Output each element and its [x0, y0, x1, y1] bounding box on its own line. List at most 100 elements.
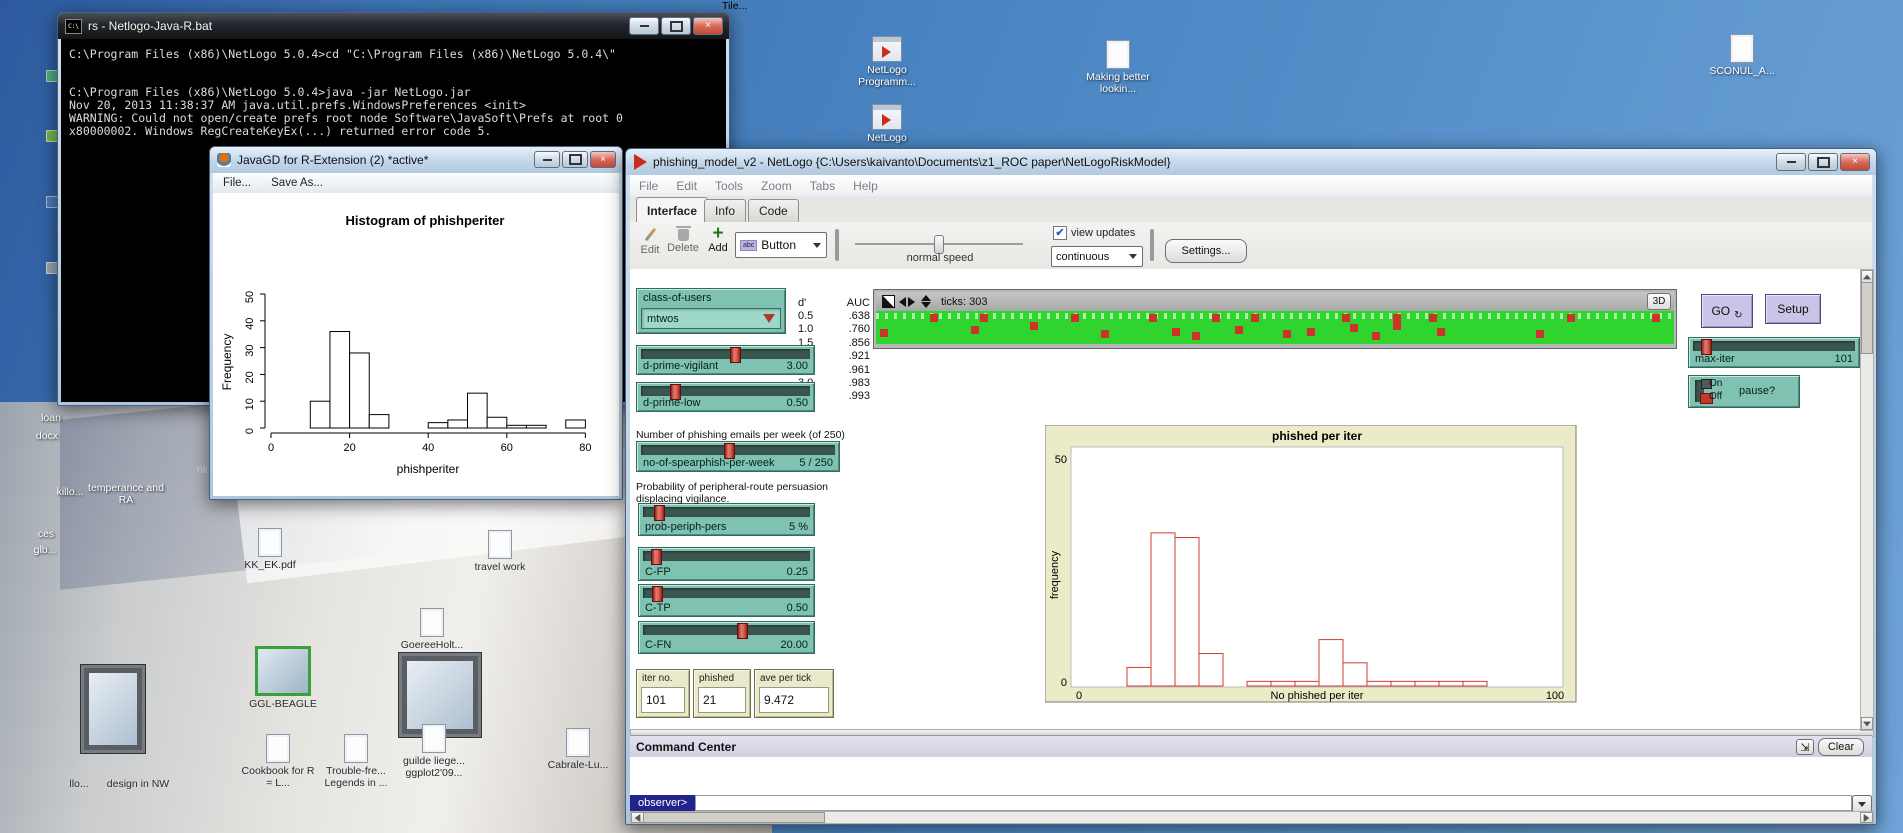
toolbar-separator [1150, 229, 1154, 261]
delete-widget-button[interactable]: Delete [664, 226, 702, 254]
javagd-window-title: JavaGD for R-Extension (2) *active* [237, 153, 428, 167]
menu-zoom[interactable]: Zoom [752, 179, 801, 193]
slider-d-prime-low[interactable]: d-prime-low0.50 [636, 382, 815, 412]
slider-track[interactable] [643, 588, 810, 598]
chooser-value-box[interactable]: mtwos [641, 308, 781, 329]
world-vpan-icon[interactable] [921, 295, 931, 308]
slider-handle[interactable] [652, 586, 663, 602]
cmd-titlebar[interactable]: C:\ rs - Netlogo-Java-R.bat × [58, 13, 729, 39]
javagd-maximize-button[interactable] [562, 151, 588, 168]
pause-switch[interactable]: On Off pause? [1688, 375, 1800, 408]
desktop-icon[interactable]: KK_EK.pdf [232, 528, 308, 571]
tab-interface[interactable]: Interface [636, 197, 708, 223]
switch-track[interactable] [1695, 380, 1704, 402]
slider-track[interactable] [641, 386, 810, 396]
cmd-close-button[interactable]: × [693, 17, 723, 35]
world-view[interactable]: ticks: 303 3D [873, 289, 1677, 349]
interface-note: Number of phishing emails per week (of 2… [636, 429, 845, 441]
vertical-scrollbar[interactable] [1860, 269, 1874, 731]
export-icon[interactable]: ⇲ [1796, 739, 1814, 755]
world-hpan-icon[interactable] [899, 297, 921, 307]
desktop-icon[interactable]: NetLogo [845, 104, 929, 144]
add-label: Add [704, 242, 732, 254]
update-mode-dropdown[interactable]: continuous [1051, 246, 1143, 267]
slider-track[interactable] [641, 349, 810, 359]
world-resize-icon[interactable] [882, 295, 895, 308]
menu-edit[interactable]: Edit [667, 179, 706, 193]
threed-button[interactable]: 3D [1647, 293, 1671, 310]
desktop-icon[interactable] [78, 664, 148, 756]
slider-label: d-prime-low [643, 397, 700, 409]
checkbox-checked-icon[interactable]: ✔ [1053, 226, 1067, 240]
netlogo-maximize-button[interactable] [1808, 153, 1838, 171]
agent-square [930, 314, 938, 322]
world-view-agents[interactable] [876, 311, 1674, 344]
cmd-minimize-button[interactable] [629, 17, 659, 35]
horizontal-scrollbar[interactable] [630, 811, 1874, 824]
agent-square [980, 314, 988, 322]
command-center-output[interactable] [630, 757, 1872, 796]
desktop-icon[interactable]: Trouble-fre... Legends in ... [316, 734, 396, 789]
setup-button[interactable]: Setup [1765, 294, 1821, 324]
slider-max-iter[interactable]: max-iter101 [1688, 337, 1860, 368]
view-updates-toggle[interactable]: ✔ view updates [1053, 226, 1135, 240]
slider-d-prime-vigilant[interactable]: d-prime-vigilant3.00 [636, 345, 815, 375]
clear-button[interactable]: Clear [1818, 738, 1864, 756]
netlogo-titlebar[interactable]: phishing_model_v2 - NetLogo {C:\Users\ka… [626, 149, 1876, 175]
cmd-maximize-button[interactable] [661, 17, 691, 35]
desktop-icon[interactable]: docx [22, 430, 72, 442]
add-widget-button[interactable]: + Add [704, 226, 732, 254]
go-button[interactable]: GO ↻ [1701, 294, 1753, 328]
slider-handle[interactable] [651, 549, 662, 565]
desktop-icon[interactable]: design in NW [92, 778, 184, 790]
desktop-icon[interactable]: GoereeHolt... [392, 608, 472, 651]
desktop-icon[interactable]: Making better lookin... [1076, 40, 1160, 95]
slider-track[interactable] [643, 625, 810, 635]
desktop-icon[interactable]: guilde liege... ggplot2'09... [392, 724, 476, 779]
settings-button[interactable]: Settings... [1165, 239, 1247, 263]
desktop-icon[interactable]: temperance and RA [80, 482, 172, 506]
observer-prompt[interactable]: observer> [630, 795, 695, 811]
slider-C-FN[interactable]: C-FN20.00 [638, 621, 815, 654]
slider-track[interactable] [1693, 341, 1855, 351]
class-of-users-chooser[interactable]: class-of-users mtwos [636, 288, 786, 334]
javagd-titlebar[interactable]: JavaGD for R-Extension (2) *active* × [210, 147, 622, 173]
slider-track[interactable] [643, 551, 810, 561]
desktop-icon[interactable]: SCONUL_A... [1700, 34, 1784, 77]
tab-info[interactable]: Info [704, 199, 746, 222]
svg-text:30: 30 [244, 344, 256, 356]
edit-widget-button[interactable]: Edit [637, 226, 663, 256]
javagd-close-button[interactable]: × [590, 151, 616, 168]
slider-C-FP[interactable]: C-FP0.25 [638, 547, 815, 581]
desktop-icon[interactable]: NetLogo Programm... [845, 36, 929, 88]
javagd-menu-saveas[interactable]: Save As... [261, 177, 333, 189]
slider-C-TP[interactable]: C-TP0.50 [638, 584, 815, 617]
desktop-icon[interactable]: Cookbook for R = L... [238, 734, 318, 789]
javagd-minimize-button[interactable] [534, 151, 560, 168]
menu-tabs[interactable]: Tabs [801, 179, 844, 193]
menu-tools[interactable]: Tools [706, 179, 752, 193]
slider-no-of-spearphish-per-week[interactable]: no-of-spearphish-per-week5 / 250 [636, 441, 840, 472]
netlogo-close-button[interactable]: × [1840, 153, 1870, 171]
desktop-icon[interactable]: Cabrale-Lu... [540, 728, 616, 771]
menu-help[interactable]: Help [844, 179, 887, 193]
desktop-icon[interactable]: glb... [22, 544, 68, 556]
command-input[interactable] [695, 795, 1852, 811]
javagd-menu-file[interactable]: File... [213, 177, 261, 189]
desktop-icon[interactable]: travel work [462, 530, 538, 573]
menu-file[interactable]: File [630, 179, 667, 193]
widget-type-dropdown[interactable]: abc Button [735, 232, 827, 258]
slider-track[interactable] [643, 507, 810, 517]
tab-code[interactable]: Code [748, 199, 799, 222]
slider-handle[interactable] [737, 623, 748, 639]
agent-square [1652, 314, 1660, 322]
slider-prob-periph-pers[interactable]: prob-periph-pers5 % [638, 503, 815, 536]
desktop-icon[interactable]: ces [26, 528, 66, 540]
netlogo-minimize-button[interactable] [1776, 153, 1806, 171]
chooser-dropdown-icon [763, 314, 775, 323]
slider-handle[interactable] [654, 505, 665, 521]
desktop-icon[interactable]: loan [26, 412, 76, 424]
slider-track[interactable] [641, 445, 835, 455]
desktop-icon[interactable]: GGL-BEAGLE [244, 646, 322, 710]
pencil-icon [644, 228, 656, 242]
